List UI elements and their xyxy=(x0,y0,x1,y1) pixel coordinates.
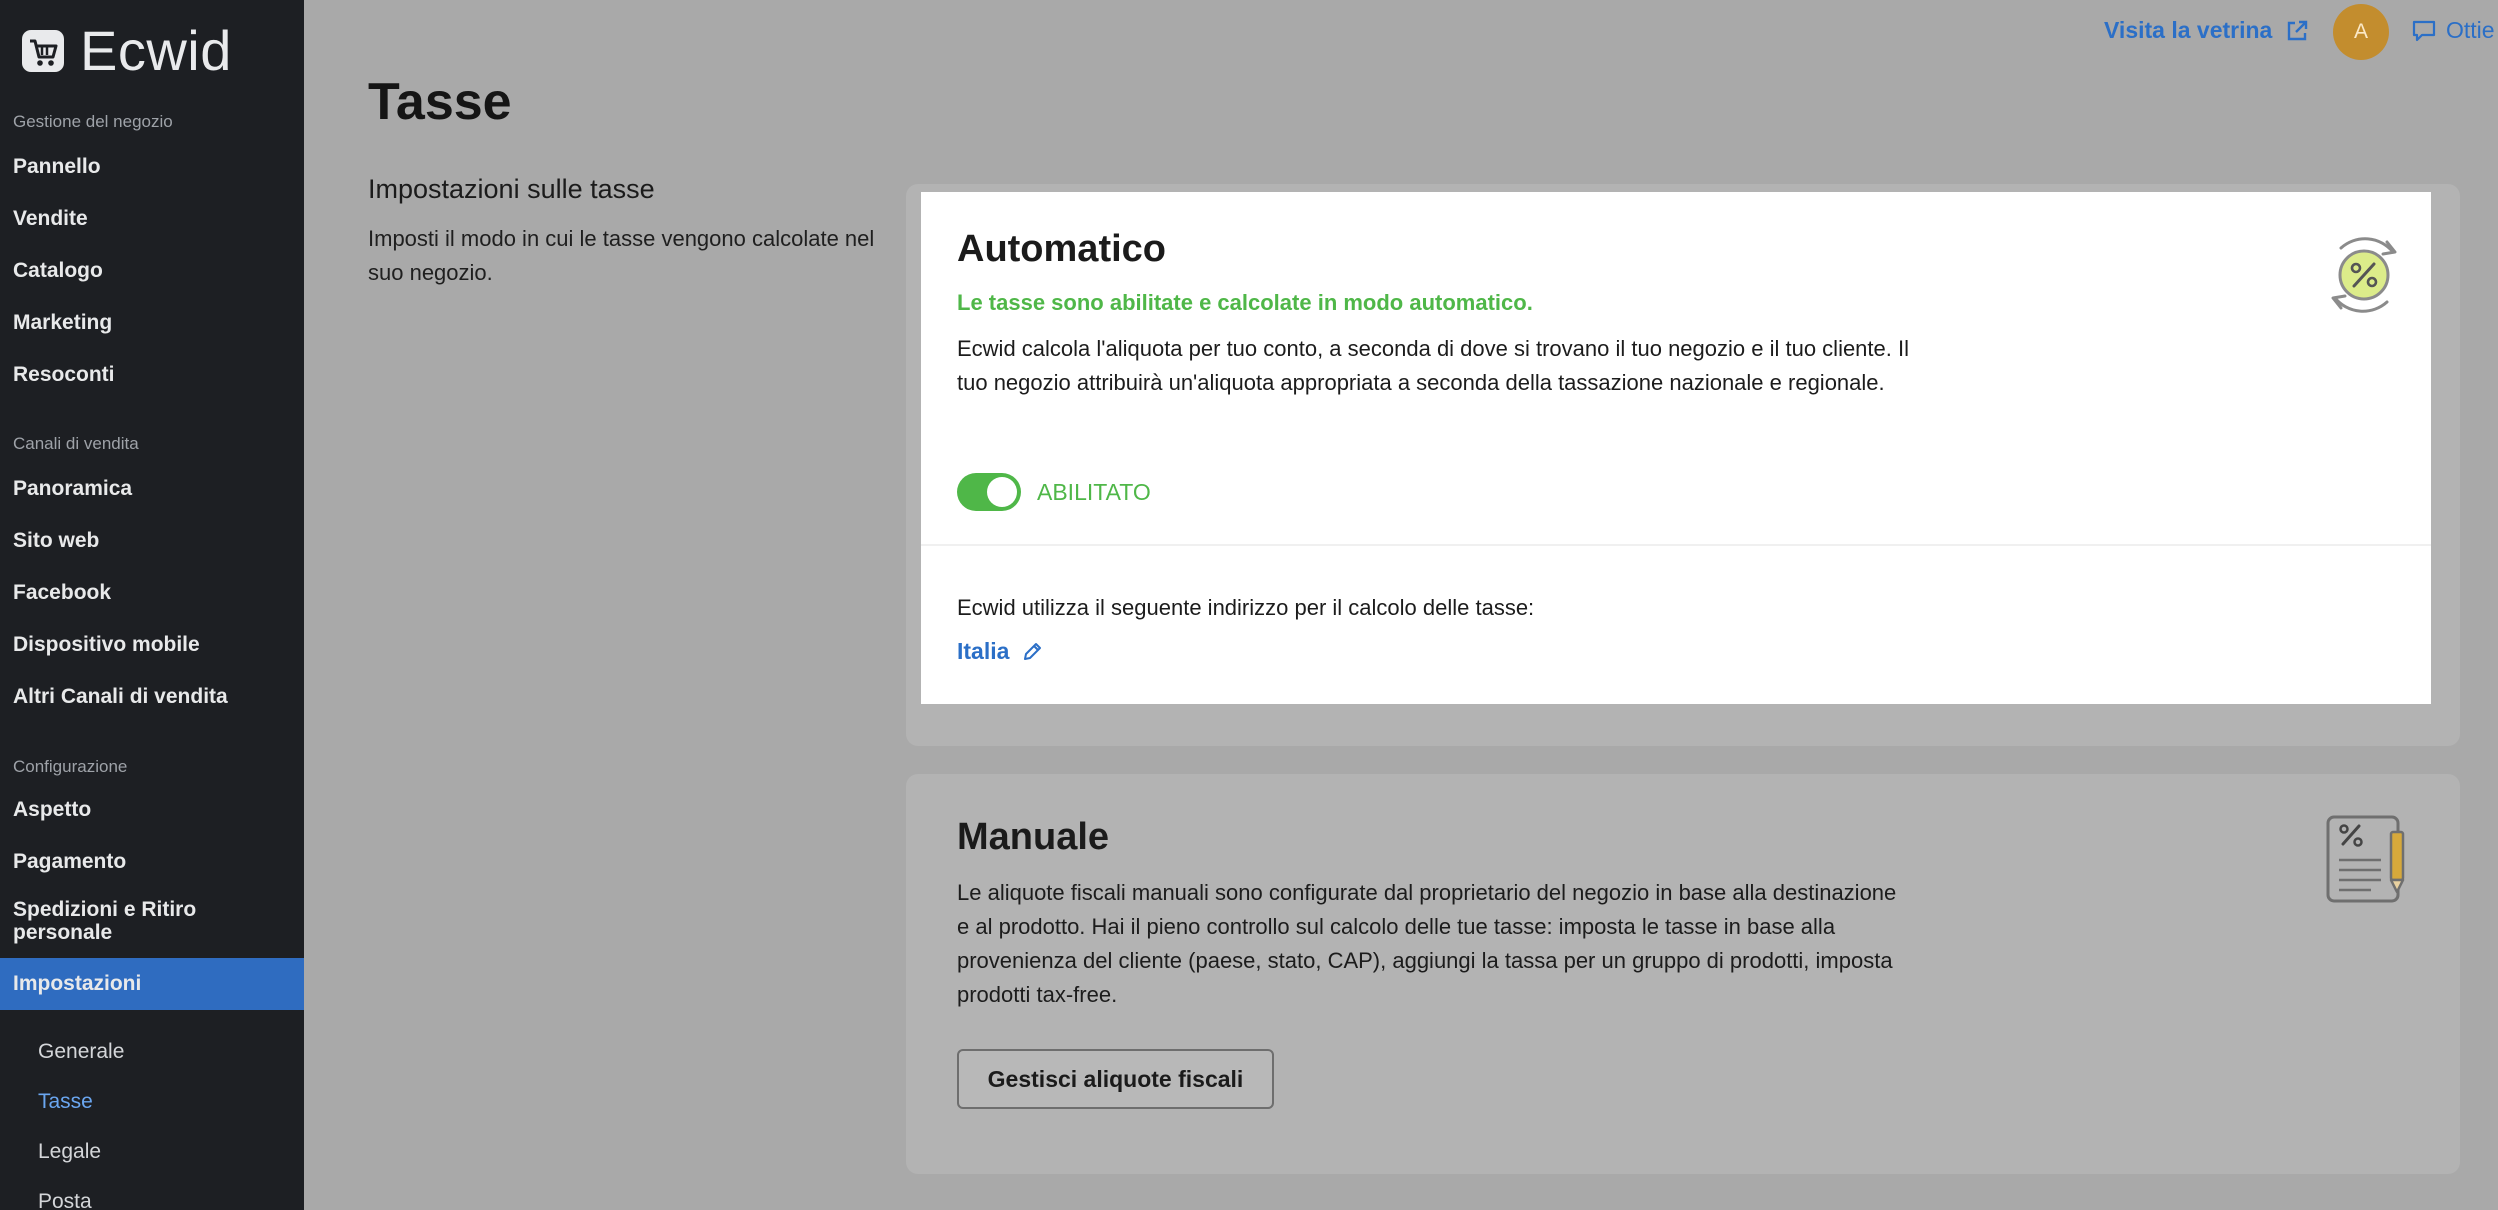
sidebar-item-panoramica[interactable]: Panoramica xyxy=(13,477,293,500)
page-title: Tasse xyxy=(368,73,512,131)
sidebar-item-label: Impostazioni xyxy=(13,972,142,996)
sidebar-item-facebook[interactable]: Facebook xyxy=(13,581,293,604)
sidebar-item-sito-web[interactable]: Sito web xyxy=(13,529,293,552)
automatic-card: Automatico Le tasse sono abilitate e cal… xyxy=(921,192,2431,704)
visit-store-label: Visita la vetrina xyxy=(2104,17,2273,43)
sidebar: Ecwid Gestione del negozio Pannello Vend… xyxy=(0,0,304,1210)
address-value: Italia xyxy=(957,638,1010,664)
sidebar-item-altri-canali[interactable]: Altri Canali di vendita xyxy=(13,685,293,708)
shopping-cart-icon xyxy=(22,29,64,72)
toggle-label: ABILITATO xyxy=(1037,479,1151,505)
sidebar-item-vendite[interactable]: Vendite xyxy=(13,207,293,230)
automatic-description: Ecwid calcola l'aliquota per tuo conto, … xyxy=(957,336,1909,396)
section-title-channels: Canali di vendita xyxy=(13,434,139,453)
sidebar-subitem-posta[interactable]: Posta xyxy=(38,1190,92,1210)
percent-refresh-icon xyxy=(2331,237,2397,313)
sidebar-item-pagamento[interactable]: Pagamento xyxy=(13,850,293,873)
sidebar-subitem-legale[interactable]: Legale xyxy=(38,1140,101,1164)
settings-description: Imposti il modo in cui le tasse vengono … xyxy=(368,226,875,286)
visit-store-link[interactable]: Visita la vetrina xyxy=(2104,17,2310,44)
automatic-status: Le tasse sono abilitate e calcolate in m… xyxy=(957,290,1533,315)
manual-title: Manuale xyxy=(957,816,1110,858)
pencil-icon xyxy=(1024,642,1042,660)
external-link-icon xyxy=(2288,20,2308,40)
address-label: Ecwid utilizza il seguente indirizzo per… xyxy=(957,595,1535,620)
section-title-config: Configurazione xyxy=(13,757,128,776)
sidebar-item-dispositivo-mobile[interactable]: Dispositivo mobile xyxy=(13,633,293,656)
sidebar-item-resoconti[interactable]: Resoconti xyxy=(13,363,293,386)
settings-title: Impostazioni sulle tasse xyxy=(368,174,655,204)
automatic-toggle[interactable] xyxy=(957,473,1021,511)
chat-label: Ottie xyxy=(2446,17,2495,43)
manual-description: Le aliquote fiscali manuali sono configu… xyxy=(957,880,1897,1008)
sidebar-subitem-generale[interactable]: Generale xyxy=(38,1040,124,1064)
sidebar-item-marketing[interactable]: Marketing xyxy=(13,311,293,334)
address-edit-link[interactable]: Italia xyxy=(957,638,1043,665)
sidebar-item-pannello[interactable]: Pannello xyxy=(13,155,293,178)
tax-document-icon xyxy=(2326,815,2405,903)
sidebar-item-aspetto[interactable]: Aspetto xyxy=(13,798,293,821)
chat-icon xyxy=(2412,20,2436,41)
brand-logo[interactable]: Ecwid xyxy=(20,18,232,83)
manage-tax-rates-button[interactable]: Gestisci aliquote fiscali xyxy=(957,1049,1274,1109)
brand-name: Ecwid xyxy=(80,19,232,82)
sidebar-subitem-tasse[interactable]: Tasse xyxy=(38,1090,93,1114)
avatar[interactable]: A xyxy=(2333,4,2389,60)
chat-link[interactable]: Ottie xyxy=(2410,17,2495,44)
sidebar-item-spedizioni[interactable]: Spedizioni e Ritiro personale xyxy=(13,898,233,944)
automatic-title: Automatico xyxy=(957,228,1166,270)
toggle-knob xyxy=(987,477,1017,507)
divider xyxy=(921,544,2431,546)
section-title-store: Gestione del negozio xyxy=(13,112,173,131)
sidebar-item-catalogo[interactable]: Catalogo xyxy=(13,259,293,282)
sidebar-item-impostazioni[interactable]: Impostazioni xyxy=(0,958,304,1010)
